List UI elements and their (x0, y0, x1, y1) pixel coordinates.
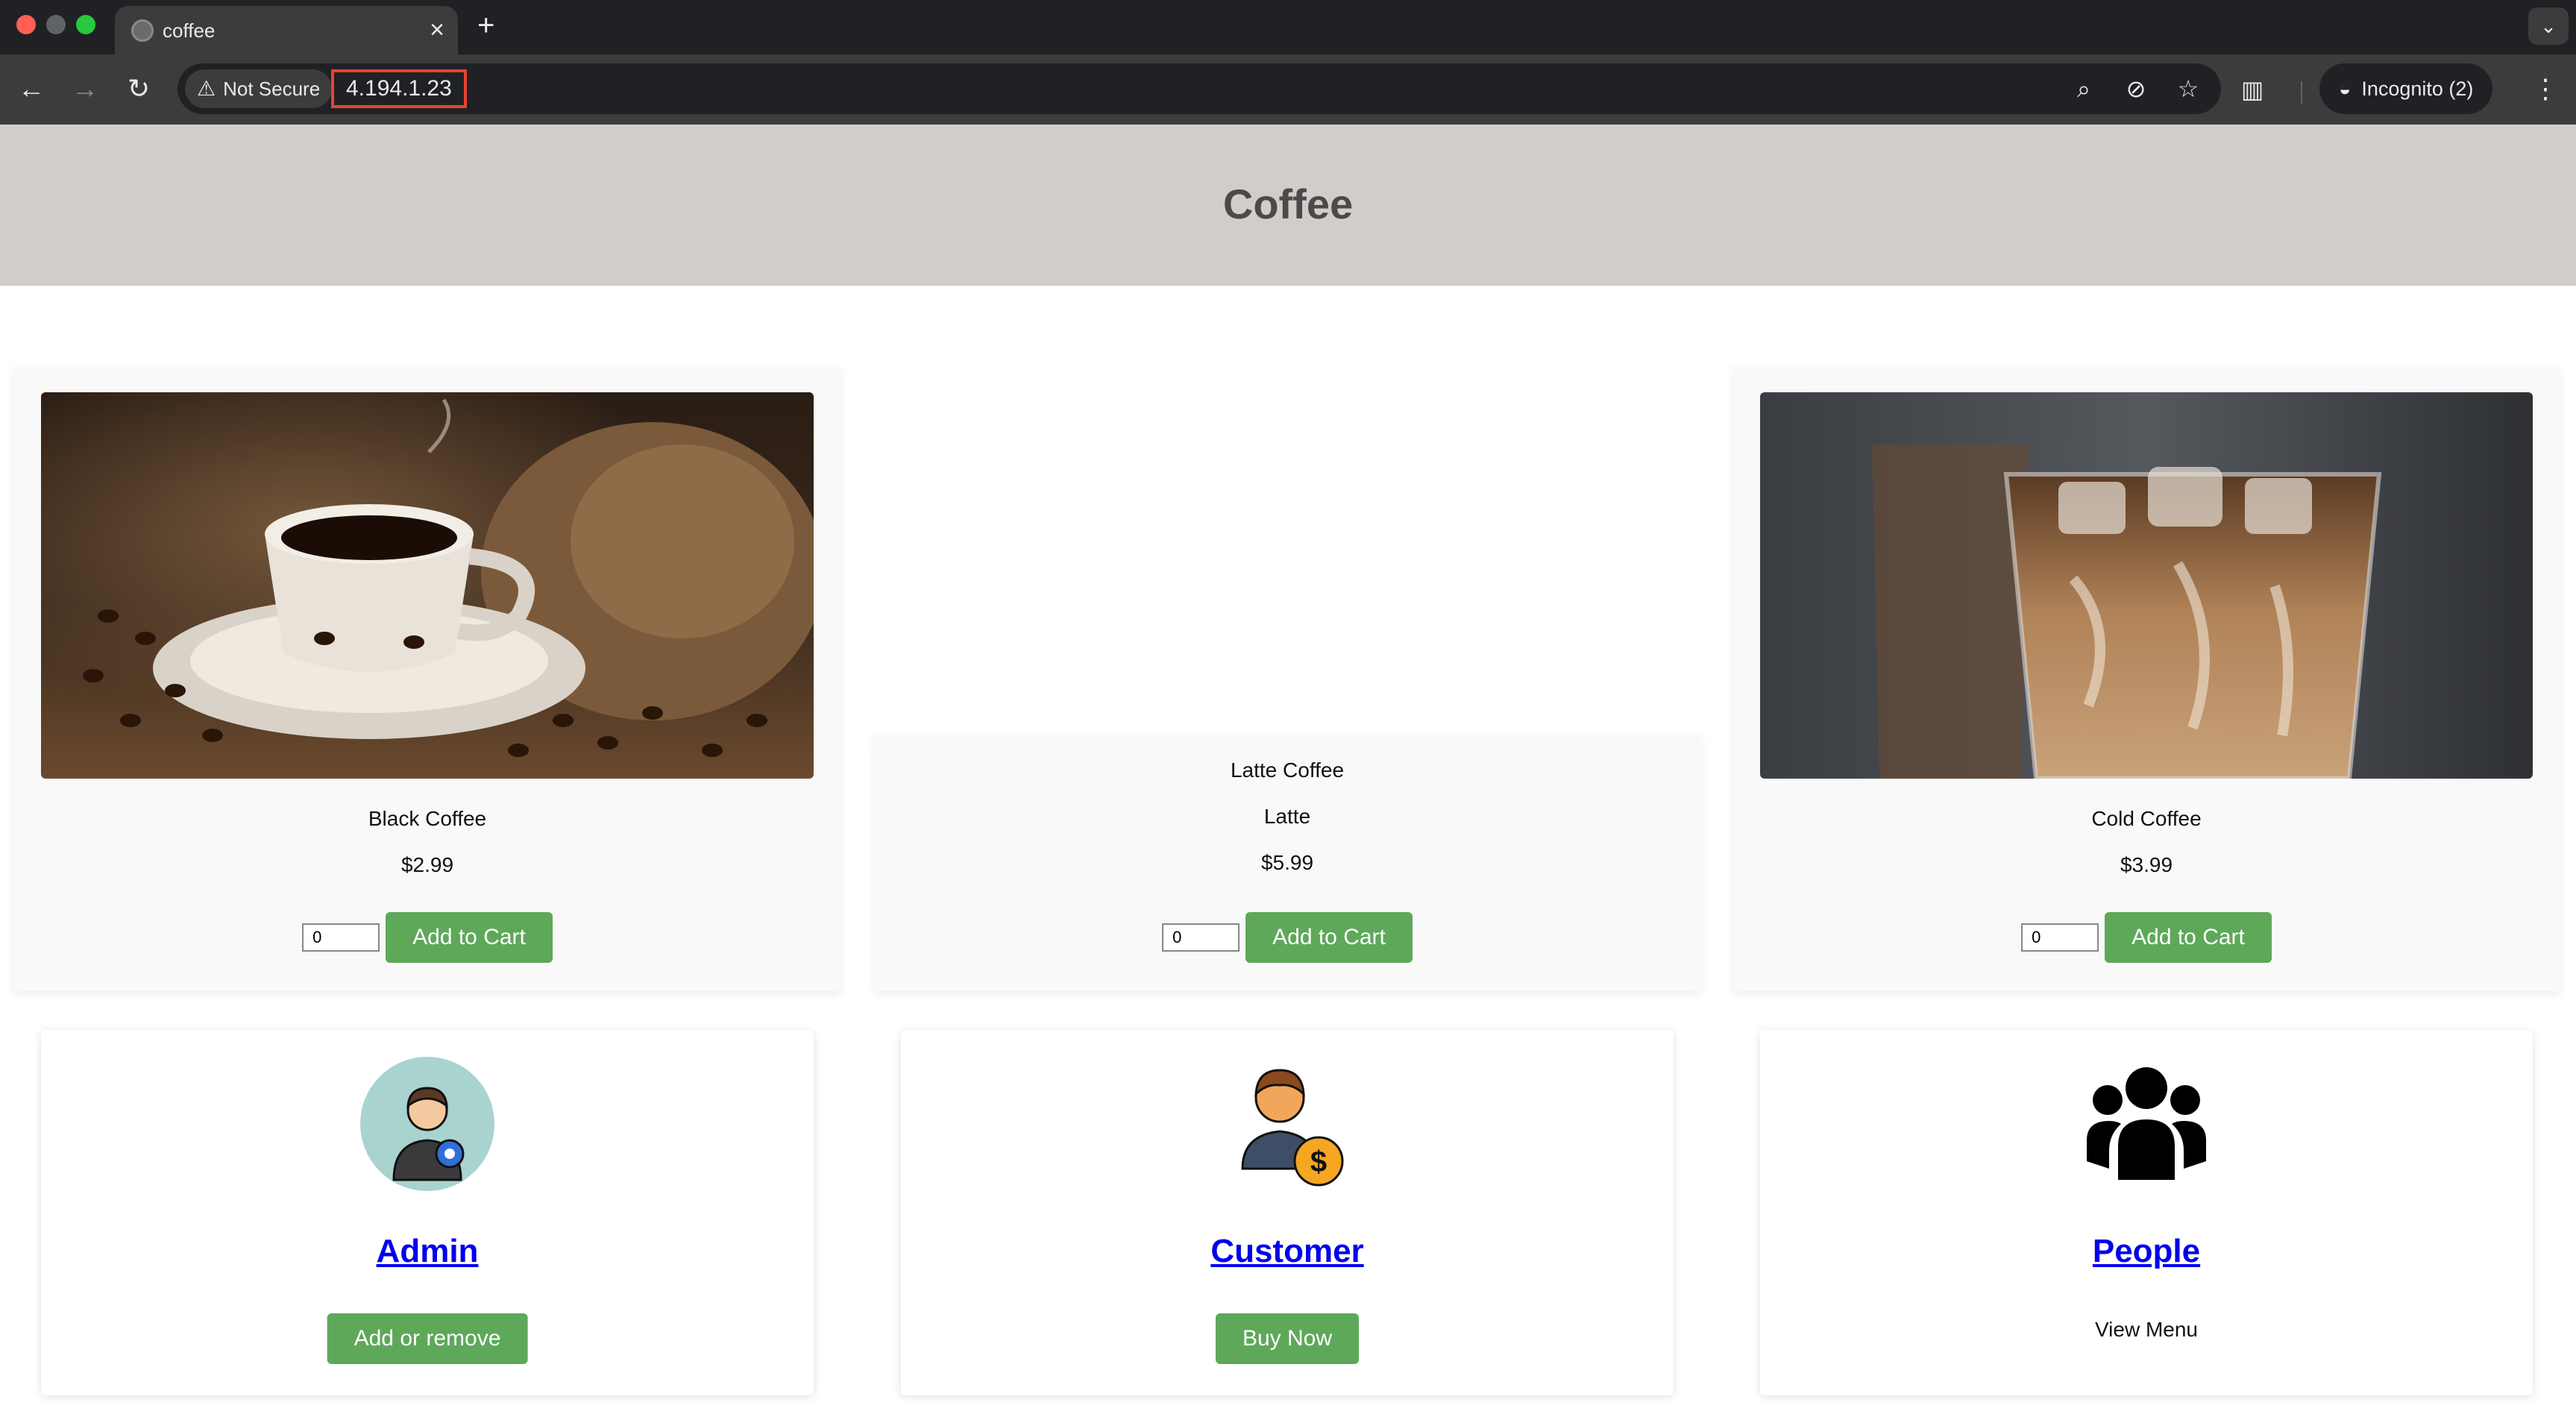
admin-link[interactable]: Admin (41, 1233, 814, 1270)
add-to-cart-row: Add to Cart (873, 912, 1701, 963)
chevron-down-icon[interactable]: ⌄ (2528, 7, 2569, 45)
quantity-input[interactable] (302, 923, 380, 952)
people-link[interactable]: People (1760, 1233, 2533, 1270)
product-card-black-coffee: Black Coffee $2.99 Add to Cart (13, 366, 841, 991)
cold-coffee-image (1760, 392, 2533, 779)
zoom-icon[interactable]: ⌕ (2069, 71, 2099, 107)
product-name: Latte (1263, 805, 1311, 828)
address-bar[interactable]: ⚠ Not Secure 4.194.1.23 ⌕ ⊘ ☆ (178, 63, 2221, 114)
close-icon[interactable]: × (430, 15, 444, 45)
incognito-icon: ◒ (2339, 78, 2352, 100)
product-name: Cold Coffee (2091, 807, 2202, 830)
add-to-cart-button[interactable]: Add to Cart (1245, 912, 1413, 963)
incognito-button[interactable]: ◒ Incognito (2) (2319, 63, 2493, 114)
page-title: Coffee (1222, 180, 1354, 227)
product-name: Black Coffee (368, 807, 487, 830)
page-header: Coffee (0, 125, 2576, 286)
svg-text:$: $ (1310, 1146, 1327, 1178)
product-card-cold-coffee: Cold Coffee $3.99 Add to Cart (1732, 366, 2560, 991)
product-price: $2.99 (400, 853, 454, 876)
security-chip[interactable]: ⚠ Not Secure (185, 69, 333, 108)
toolbar-divider (2301, 81, 2302, 104)
buy-now-button[interactable]: Buy Now (1215, 1313, 1360, 1364)
globe-icon (131, 19, 154, 42)
page-content: Coffee Black Coffee $2.99 0 Add to Cart … (0, 125, 2576, 1420)
url-text[interactable]: 4.194.1.23 (331, 69, 467, 108)
forward-arrow-icon[interactable]: → (66, 69, 104, 108)
warning-icon: ⚠ (197, 77, 216, 100)
browser-tabstrip: coffee × + ⌄ (0, 0, 2576, 54)
star-icon[interactable]: ☆ (2173, 71, 2203, 107)
black-coffee-image (41, 392, 814, 779)
window-maximize-button[interactable] (76, 15, 95, 34)
view-menu-text: View Menu (2094, 1318, 2198, 1341)
admin-avatar-icon (360, 1057, 494, 1191)
incognito-label: Incognito (2) (2361, 78, 2474, 100)
browser-tab[interactable]: coffee × (115, 6, 458, 54)
window-minimize-button[interactable] (46, 15, 66, 34)
role-card-admin: Admin Add or remove (41, 1030, 814, 1395)
product-card-latte: Latte Coffee Latte $5.99 Add to Cart (873, 735, 1701, 991)
quantity-input[interactable] (2021, 923, 2099, 952)
reading-mode-icon[interactable]: ▥ (2241, 75, 2264, 104)
tab-title: coffee (163, 19, 216, 42)
role-card-customer: $ Customer Buy Now (901, 1030, 1674, 1395)
add-to-cart-row: Add to Cart (13, 912, 841, 963)
security-label: Not Secure (223, 78, 321, 100)
eye-slash-icon[interactable]: ⊘ (2121, 71, 2151, 107)
reload-icon[interactable]: ↻ (119, 69, 158, 108)
add-to-cart-button[interactable]: Add to Cart (2105, 912, 2272, 963)
customer-link[interactable]: Customer (901, 1233, 1674, 1270)
latte-broken-image: Latte Coffee (1230, 758, 1345, 782)
customer-dollar-icon: $ (1220, 1057, 1354, 1191)
people-group-icon (2079, 1057, 2214, 1191)
product-price: $3.99 (2120, 853, 2173, 876)
quantity-input[interactable] (1162, 923, 1240, 952)
add-to-cart-button[interactable]: Add to Cart (386, 912, 553, 963)
new-tab-plus-icon[interactable]: + (477, 6, 494, 45)
product-price: $5.99 (1260, 851, 1314, 874)
back-arrow-icon[interactable]: ← (12, 69, 51, 108)
role-card-people: People View Menu (1760, 1030, 2533, 1395)
add-to-cart-row: Add to Cart (1732, 912, 2560, 963)
browser-toolbar: ← → ↻ ⚠ Not Secure 4.194.1.23 ⌕ ⊘ ☆ ▥ ◒ … (0, 54, 2576, 125)
add-or-remove-button[interactable]: Add or remove (327, 1313, 528, 1364)
omnibox-icons: ⌕ ⊘ ☆ (2069, 71, 2203, 107)
more-menu-icon[interactable]: ⋮ (2532, 72, 2559, 105)
window-close-button[interactable] (16, 15, 36, 34)
